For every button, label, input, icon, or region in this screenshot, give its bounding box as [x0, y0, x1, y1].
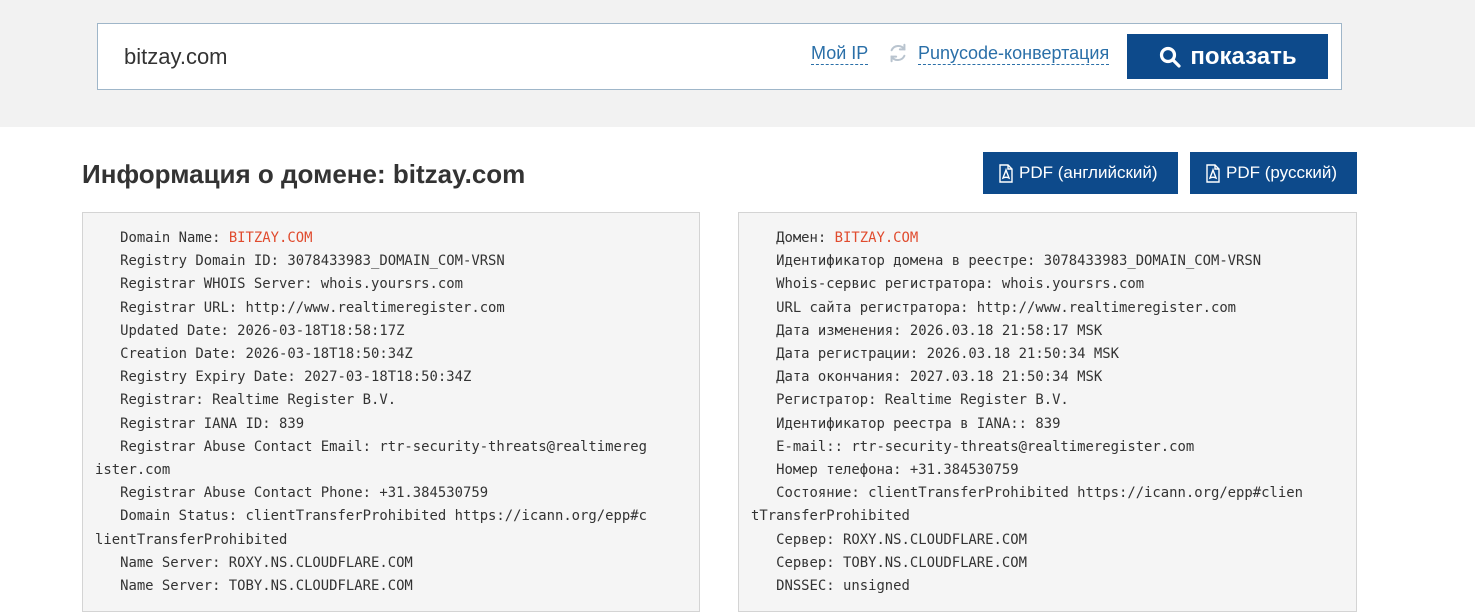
- whois-line-text: Регистратор: Realtime Register B.V.: [751, 392, 1069, 409]
- whois-line-text: Updated Date: 2026-03-18T18:58:17Z: [95, 322, 405, 339]
- whois-english-panel: Domain Name: BITZAY.COM Registry Domain …: [82, 212, 700, 612]
- pdf-russian-label: PDF (русский): [1226, 163, 1338, 182]
- whois-line-text: Дата регистрации: 2026.03.18 21:50:34 MS…: [751, 346, 1119, 363]
- whois-line-text: Registry Domain ID: 3078433983_DOMAIN_CO…: [95, 253, 505, 270]
- whois-line: Домен: BITZAY.COM: [751, 227, 1356, 250]
- whois-line: Registrar WHOIS Server: whois.yoursrs.co…: [95, 273, 699, 296]
- whois-line: Дата изменения: 2026.03.18 21:58:17 MSK: [751, 320, 1356, 343]
- whois-line-text: Creation Date: 2026-03-18T18:50:34Z: [95, 346, 413, 363]
- whois-line: DNSSEC: unsigned: [751, 575, 1356, 598]
- whois-line-text: Registrar WHOIS Server: whois.yoursrs.co…: [95, 276, 463, 293]
- whois-line-text: Идентификатор реестра в IANA:: 839: [751, 415, 1061, 432]
- whois-line: Name Server: TOBY.NS.CLOUDFLARE.COM: [95, 575, 699, 598]
- punycode-link[interactable]: Punycode-конвертация: [918, 42, 1110, 65]
- page-title-prefix: Информация о домене:: [82, 159, 386, 189]
- whois-line: Whois-сервис регистратора: whois.yoursrs…: [751, 273, 1356, 296]
- whois-line: Дата регистрации: 2026.03.18 21:50:34 MS…: [751, 343, 1356, 366]
- whois-line-text: Номер телефона: +31.384530759: [751, 462, 1019, 479]
- whois-line: Registrar Abuse Contact Phone: +31.38453…: [95, 482, 699, 505]
- whois-line-text: E-mail:: rtr-security-threats@realtimere…: [751, 438, 1195, 455]
- whois-line: Идентификатор реестра в IANA:: 839: [751, 413, 1356, 436]
- pdf-russian-button[interactable]: PDF (русский): [1190, 152, 1357, 194]
- whois-line-text: URL сайта регистратора: http://www.realt…: [751, 299, 1237, 316]
- whois-line: Сервер: TOBY.NS.CLOUDFLARE.COM: [751, 552, 1356, 575]
- domain-search-input[interactable]: [124, 41, 724, 73]
- pdf-english-button[interactable]: PDF (английский): [983, 152, 1178, 194]
- show-button[interactable]: показать: [1127, 34, 1328, 79]
- whois-line-text: Состояние: clientTransferProhibited http…: [751, 485, 1303, 502]
- whois-line-text: Registrar URL: http://www.realtimeregist…: [95, 299, 505, 316]
- whois-line-text: Domain Status: clientTransferProhibited …: [95, 508, 647, 525]
- whois-line: Registry Expiry Date: 2027-03-18T18:50:3…: [95, 366, 699, 389]
- whois-line: Registrar Abuse Contact Email: rtr-secur…: [95, 436, 699, 459]
- whois-english-lines: Domain Name: BITZAY.COM Registry Domain …: [83, 213, 699, 598]
- search-icon: [1160, 46, 1181, 68]
- whois-line-text: Дата изменения: 2026.03.18 21:58:17 MSK: [751, 322, 1103, 339]
- whois-line-text: Registrar Abuse Contact Phone: +31.38453…: [95, 485, 489, 502]
- whois-line-text: tTransferProhibited: [751, 508, 910, 525]
- page-title-domain: bitzay.com: [392, 159, 526, 189]
- whois-line-text: Идентификатор домена в реестре: 30784339…: [751, 253, 1262, 270]
- whois-line-text: Сервер: TOBY.NS.CLOUDFLARE.COM: [751, 554, 1027, 571]
- whois-line: Domain Status: clientTransferProhibited …: [95, 505, 699, 528]
- refresh-icon: [887, 42, 909, 64]
- whois-line: URL сайта регистратора: http://www.realt…: [751, 297, 1356, 320]
- whois-line-text: Registrar: Realtime Register B.V.: [95, 392, 397, 409]
- whois-domain-value: BITZAY.COM: [228, 230, 313, 246]
- whois-line: ister.com: [95, 459, 699, 482]
- whois-line: tTransferProhibited: [751, 505, 1356, 528]
- whois-line: Идентификатор домена в реестре: 30784339…: [751, 250, 1356, 273]
- whois-line-text: Домен:: [751, 230, 835, 246]
- whois-line: Registrar IANA ID: 839: [95, 413, 699, 436]
- whois-line: Updated Date: 2026-03-18T18:58:17Z: [95, 320, 699, 343]
- whois-line: Сервер: ROXY.NS.CLOUDFLARE.COM: [751, 529, 1356, 552]
- whois-line-text: Name Server: TOBY.NS.CLOUDFLARE.COM: [95, 578, 413, 595]
- whois-line: Registrar: Realtime Register B.V.: [95, 389, 699, 412]
- whois-line-text: Domain Name:: [95, 230, 229, 246]
- whois-line-text: Сервер: ROXY.NS.CLOUDFLARE.COM: [751, 531, 1027, 548]
- whois-line-text: ister.com: [95, 462, 171, 479]
- whois-line: Domain Name: BITZAY.COM: [95, 227, 699, 250]
- whois-russian-lines: Домен: BITZAY.COM Идентификатор домена в…: [739, 213, 1356, 598]
- whois-line-text: DNSSEC: unsigned: [751, 578, 910, 595]
- whois-line-text: Registry Expiry Date: 2027-03-18T18:50:3…: [95, 369, 472, 386]
- whois-line: lientTransferProhibited: [95, 529, 699, 552]
- pdf-file-icon: [999, 163, 1013, 183]
- whois-line-text: Registrar IANA ID: 839: [95, 415, 305, 432]
- show-button-label: показать: [1190, 42, 1297, 70]
- whois-line: Номер телефона: +31.384530759: [751, 459, 1356, 482]
- whois-line-text: Registrar Abuse Contact Email: rtr-secur…: [95, 438, 647, 455]
- whois-line: Creation Date: 2026-03-18T18:50:34Z: [95, 343, 699, 366]
- whois-line: Registrar URL: http://www.realtimeregist…: [95, 297, 699, 320]
- search-form: Мой IP Punycode-конвертация показать: [97, 23, 1342, 90]
- whois-line: Registry Domain ID: 3078433983_DOMAIN_CO…: [95, 250, 699, 273]
- whois-line: Name Server: ROXY.NS.CLOUDFLARE.COM: [95, 552, 699, 575]
- whois-russian-panel: Домен: BITZAY.COM Идентификатор домена в…: [738, 212, 1357, 612]
- page-title: Информация о домене: bitzay.com: [82, 158, 525, 190]
- whois-line-text: Дата окончания: 2027.03.18 21:50:34 MSK: [751, 369, 1103, 386]
- pdf-file-icon: [1206, 163, 1220, 183]
- whois-line: E-mail:: rtr-security-threats@realtimere…: [751, 436, 1356, 459]
- whois-line-text: lientTransferProhibited: [95, 531, 288, 548]
- pdf-english-label: PDF (английский): [1019, 163, 1158, 182]
- whois-line-text: Name Server: ROXY.NS.CLOUDFLARE.COM: [95, 554, 413, 571]
- whois-line-text: Whois-сервис регистратора: whois.yoursrs…: [751, 276, 1145, 293]
- my-ip-link[interactable]: Мой IP: [811, 42, 869, 65]
- whois-domain-value: BITZAY.COM: [834, 230, 919, 246]
- whois-line: Дата окончания: 2027.03.18 21:50:34 MSK: [751, 366, 1356, 389]
- whois-line: Состояние: clientTransferProhibited http…: [751, 482, 1356, 505]
- whois-line: Регистратор: Realtime Register B.V.: [751, 389, 1356, 412]
